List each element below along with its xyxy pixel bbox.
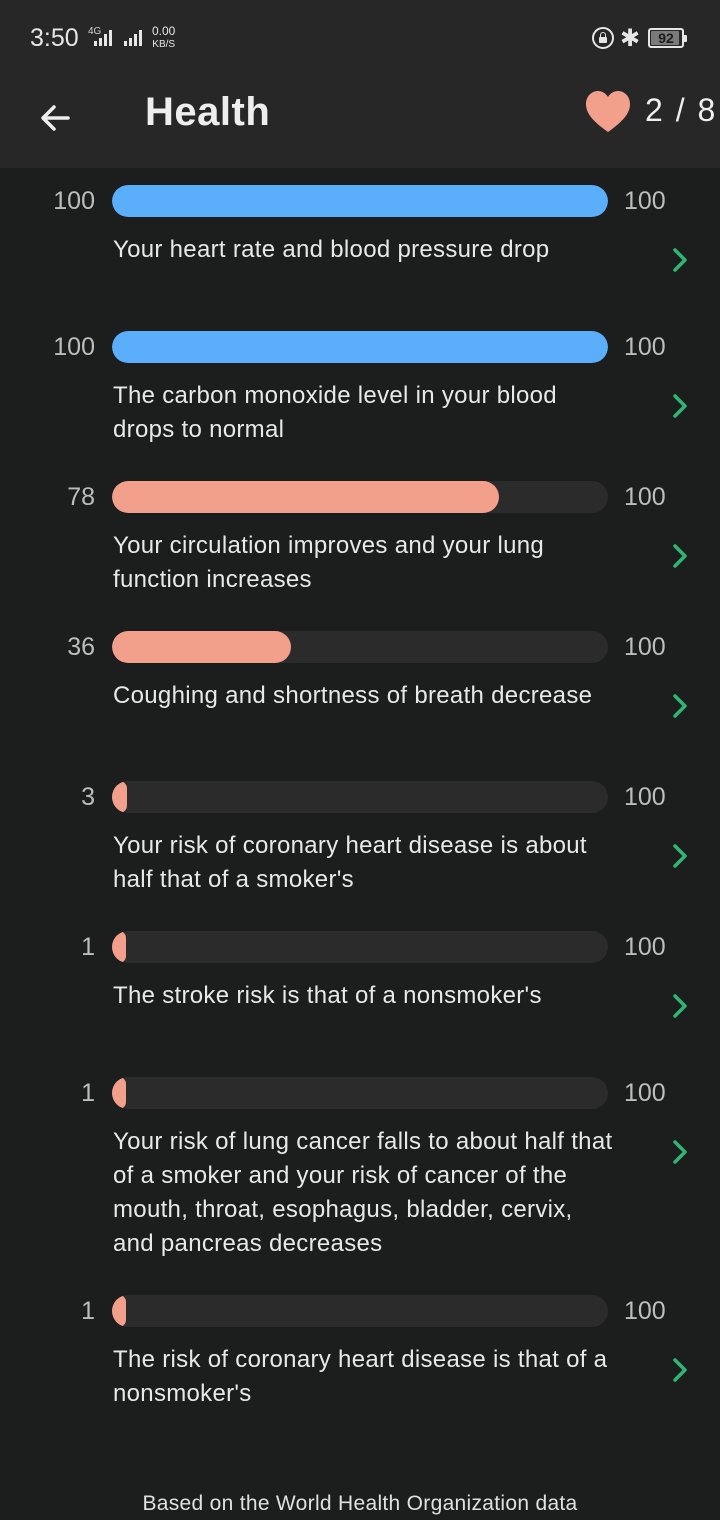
progress-fill: [112, 781, 127, 813]
chevron-right-icon[interactable]: [666, 1355, 694, 1385]
chevron-right-icon[interactable]: [666, 991, 694, 1021]
milestone-text: Your risk of coronary heart disease is a…: [113, 832, 587, 893]
progress-bar: [112, 185, 608, 217]
progress-max: 100: [624, 1079, 666, 1107]
progress-fill: [112, 1295, 126, 1327]
progress-value: 3: [81, 783, 95, 811]
network-speed-value: 0.00: [152, 24, 176, 38]
progress-max: 100: [624, 633, 666, 661]
status-bar: 3:50 4G 0.00 KB/S ✱ 92: [0, 0, 720, 76]
milestone-text: The carbon monoxide level in your blood …: [113, 382, 557, 443]
chevron-right-icon[interactable]: [666, 391, 694, 421]
progress-value: 100: [53, 333, 95, 361]
milestone-text: The stroke risk is that of a nonsmoker's: [113, 982, 542, 1009]
progress-max: 100: [624, 483, 666, 511]
bluetooth-icon: ✱: [620, 24, 641, 52]
progress-value: 1: [81, 933, 95, 961]
arrow-left-icon: [41, 105, 70, 131]
chevron-right-icon[interactable]: [666, 541, 694, 571]
progress-max: 100: [624, 933, 666, 961]
network-speed-unit: KB/S: [152, 39, 176, 50]
progress-fill: [112, 1077, 126, 1109]
chevron-right-icon[interactable]: [666, 245, 694, 275]
progress-value: 1: [81, 1297, 95, 1325]
progress-fill: [112, 481, 499, 513]
milestone-text: Your circulation improves and your lung …: [113, 532, 545, 593]
rotation-lock-icon: [592, 27, 614, 49]
battery-icon: 92: [648, 28, 687, 48]
progress-count: 2 / 8: [645, 92, 718, 128]
milestone-text: The risk of coronary heart disease is th…: [113, 1346, 608, 1407]
signal-icon: [94, 30, 112, 46]
progress-fill: [112, 931, 126, 963]
chevron-right-icon[interactable]: [666, 841, 694, 871]
network-speed: 0.00 KB/S: [152, 25, 175, 51]
battery-level: 92: [658, 30, 674, 46]
chevron-right-icon[interactable]: [666, 1137, 694, 1167]
progress-bar: [112, 481, 608, 513]
page-title: Health: [145, 90, 271, 134]
progress-max: 100: [624, 187, 666, 215]
progress-bar: [112, 331, 608, 363]
status-time: 3:50: [30, 24, 79, 52]
progress-bar: [112, 931, 608, 963]
progress-max: 100: [624, 783, 666, 811]
progress-fill: [112, 331, 608, 363]
signal-icon: [124, 30, 142, 46]
progress-max: 100: [624, 333, 666, 361]
progress-bar: [112, 1295, 608, 1327]
milestone-text: Coughing and shortness of breath decreas…: [113, 682, 593, 709]
back-button[interactable]: [28, 90, 84, 146]
chevron-right-icon[interactable]: [666, 691, 694, 721]
progress-fill: [112, 185, 608, 217]
milestone-text: Your heart rate and blood pressure drop: [113, 236, 550, 263]
progress-bar: [112, 631, 608, 663]
footer-note: Based on the World Health Organization d…: [142, 1492, 578, 1515]
progress-value: 78: [67, 483, 95, 511]
progress-value: 36: [67, 633, 95, 661]
milestone-text: Your risk of lung cancer falls to about …: [113, 1128, 613, 1257]
progress-max: 100: [624, 1297, 666, 1325]
progress-fill: [112, 631, 291, 663]
progress-bar: [112, 1077, 608, 1109]
heart-icon: [586, 91, 630, 132]
progress-value: 1: [81, 1079, 95, 1107]
progress-bar: [112, 781, 608, 813]
progress-value: 100: [53, 187, 95, 215]
app-bar: Health 2 / 8: [0, 76, 720, 168]
